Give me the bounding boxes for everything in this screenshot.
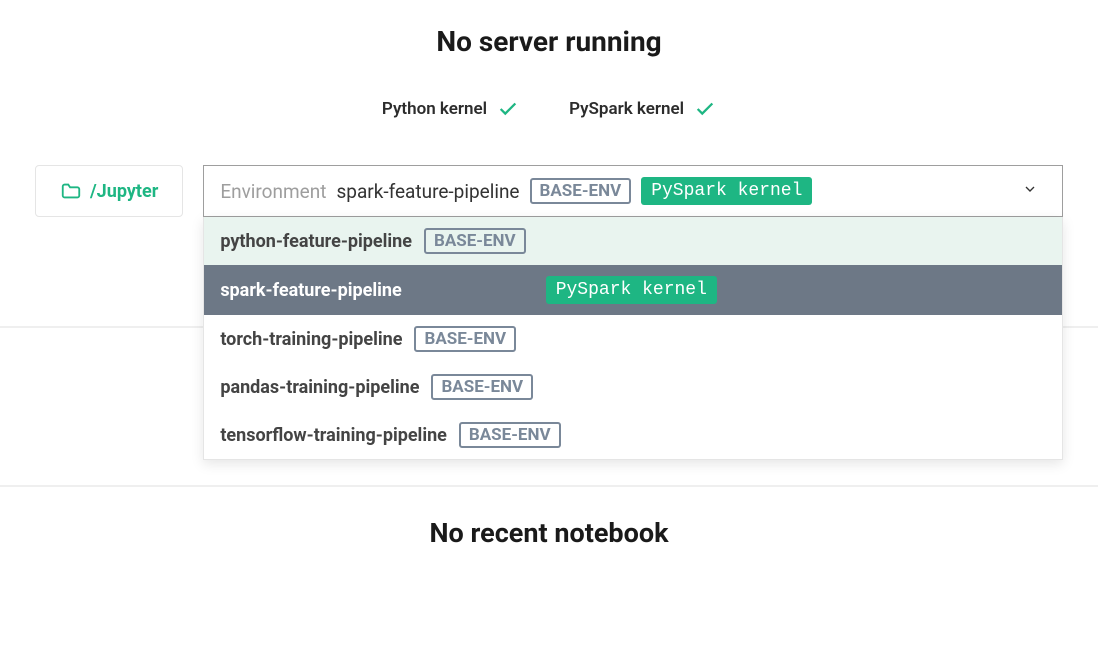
python-kernel-status: Python kernel: [382, 98, 519, 120]
base-env-badge: BASE-ENV: [431, 374, 533, 400]
jupyter-folder-label: /Jupyter: [90, 181, 158, 202]
pyspark-kernel-badge: PySpark kernel: [546, 276, 717, 304]
dropdown-item[interactable]: tensorflow-training-pipeline BASE-ENV: [204, 411, 1062, 459]
pyspark-kernel-status: PySpark kernel: [569, 98, 716, 120]
environment-selected-name: spark-feature-pipeline: [336, 180, 519, 203]
no-recent-notebook-title: No recent notebook: [20, 517, 1078, 549]
environment-selector[interactable]: Environment spark-feature-pipeline BASE-…: [203, 165, 1063, 217]
environment-input[interactable]: Environment spark-feature-pipeline BASE-…: [203, 165, 1063, 217]
pyspark-kernel-badge: PySpark kernel: [641, 177, 812, 205]
dropdown-item-name: torch-training-pipeline: [220, 329, 402, 350]
check-icon: [497, 98, 519, 120]
dropdown-item[interactable]: python-feature-pipeline BASE-ENV: [204, 217, 1062, 265]
folder-icon: [60, 180, 82, 202]
base-env-badge: BASE-ENV: [459, 422, 561, 448]
dropdown-item[interactable]: torch-training-pipeline BASE-ENV: [204, 315, 1062, 363]
base-env-badge: BASE-ENV: [414, 326, 516, 352]
dropdown-item[interactable]: spark-feature-pipeline PySpark kernel: [204, 265, 1062, 315]
page-title: No server running: [20, 25, 1078, 58]
check-icon: [694, 98, 716, 120]
base-env-badge: BASE-ENV: [530, 178, 632, 204]
chevron-down-icon: [1022, 181, 1038, 197]
environment-placeholder: Environment: [220, 180, 326, 203]
environment-dropdown: python-feature-pipeline BASE-ENV spark-fea…: [203, 217, 1063, 460]
dropdown-item-name: python-feature-pipeline: [220, 231, 412, 252]
dropdown-toggle[interactable]: [1014, 181, 1046, 201]
jupyter-folder-button[interactable]: /Jupyter: [35, 165, 183, 217]
python-kernel-label: Python kernel: [382, 99, 487, 119]
dropdown-item[interactable]: pandas-training-pipeline BASE-ENV: [204, 363, 1062, 411]
dropdown-item-name: spark-feature-pipeline: [220, 280, 401, 301]
dropdown-item-name: tensorflow-training-pipeline: [220, 425, 447, 446]
kernel-status-row: Python kernel PySpark kernel: [20, 98, 1078, 120]
pyspark-kernel-label: PySpark kernel: [569, 99, 684, 119]
dropdown-item-name: pandas-training-pipeline: [220, 377, 419, 398]
base-env-badge: BASE-ENV: [424, 228, 526, 254]
